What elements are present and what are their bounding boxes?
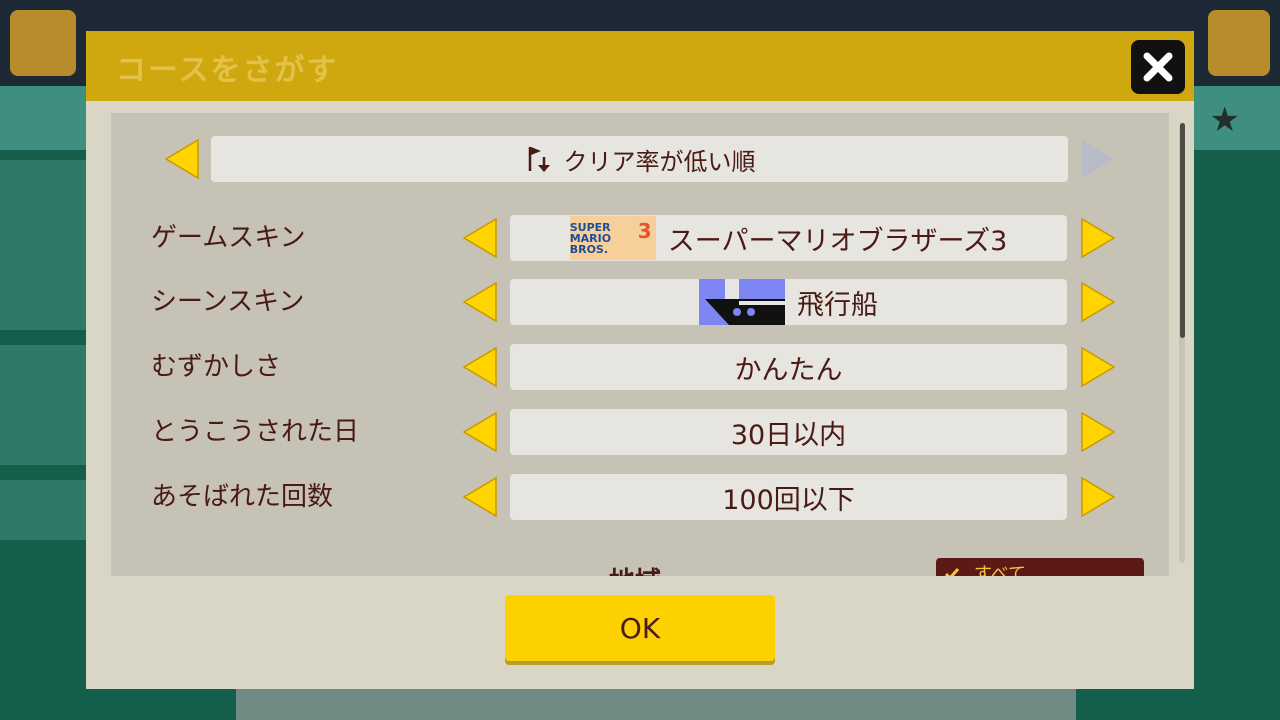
game-skin-selector[interactable]: SUPER MARIO BROS. 3 スーパーマリオブラザーズ3 <box>510 215 1067 261</box>
game-skin-next-button[interactable] <box>1079 215 1117 261</box>
upload-date-next-button[interactable] <box>1079 409 1117 455</box>
play-count-selector[interactable]: 100回以下 <box>510 474 1067 520</box>
scene-skin-selector[interactable]: 飛行船 <box>510 279 1067 325</box>
sort-order-label: クリア率が低い順 <box>563 147 756 176</box>
arrow-left-icon <box>164 138 199 180</box>
arrow-left-icon <box>462 217 497 259</box>
region-all-label: すべて <box>974 564 1027 576</box>
flag-down-icon <box>528 147 550 172</box>
region-all-button[interactable]: すべて <box>936 558 1144 576</box>
arrow-left-icon <box>462 346 497 388</box>
sort-order-selector[interactable]: クリア率が低い順 <box>211 136 1068 182</box>
difficulty-selector[interactable]: かんたん <box>510 344 1067 390</box>
scene-skin-value: 飛行船 <box>797 289 878 321</box>
ok-label: OK <box>619 611 661 645</box>
background-star-icon: ★ <box>1209 100 1240 140</box>
region-label: 地域 <box>609 561 661 576</box>
scene-skin-next-button[interactable] <box>1079 279 1117 325</box>
sort-next-button[interactable] <box>1079 136 1117 182</box>
arrow-left-icon <box>462 411 497 453</box>
arrow-right-icon <box>1081 476 1116 518</box>
airship-icon <box>699 279 785 325</box>
scene-skin-label: シーンスキン <box>151 287 305 317</box>
dialog-header: コースをさがす <box>86 31 1194 101</box>
arrow-right-icon <box>1081 281 1116 323</box>
arrow-left-icon <box>462 476 497 518</box>
arrow-left-icon <box>462 281 497 323</box>
game-skin-prev-button[interactable] <box>461 215 499 261</box>
play-count-label: あそばれた回数 <box>151 482 334 512</box>
play-count-next-button[interactable] <box>1079 474 1117 520</box>
search-filter-dialog: コースをさがす クリア率が低い順 ゲームスキン SUPER MARIO BROS… <box>86 31 1194 689</box>
arrow-right-disabled-icon <box>1082 140 1114 178</box>
upload-date-selector[interactable]: 30日以内 <box>510 409 1067 455</box>
upload-date-prev-button[interactable] <box>461 409 499 455</box>
difficulty-value: かんたん <box>734 354 843 386</box>
arrow-right-icon <box>1081 217 1116 259</box>
filter-panel: クリア率が低い順 ゲームスキン SUPER MARIO BROS. 3 スーパーマリ… <box>111 113 1169 576</box>
background-avatar <box>10 10 76 76</box>
scene-skin-prev-button[interactable] <box>461 279 499 325</box>
check-icon <box>944 568 960 576</box>
close-button[interactable] <box>1131 40 1185 94</box>
scrollbar-thumb[interactable] <box>1180 123 1185 338</box>
play-count-value: 100回以下 <box>722 484 855 516</box>
game-skin-label: ゲームスキン <box>151 223 306 253</box>
sort-prev-button[interactable] <box>163 136 201 182</box>
arrow-right-icon <box>1081 346 1116 388</box>
upload-date-value: 30日以内 <box>730 419 847 451</box>
arrow-right-icon <box>1081 411 1116 453</box>
play-count-prev-button[interactable] <box>461 474 499 520</box>
smb3-logo-icon: SUPER MARIO BROS. 3 <box>569 216 656 260</box>
background-menu-icon <box>1208 10 1270 76</box>
close-icon <box>1143 52 1173 82</box>
upload-date-label: とうこうされた日 <box>151 417 360 447</box>
difficulty-label: むずかしさ <box>151 352 282 382</box>
background-title: コースをさがす <box>116 53 339 88</box>
difficulty-prev-button[interactable] <box>461 344 499 390</box>
ok-button[interactable]: OK <box>505 595 775 661</box>
game-skin-value: スーパーマリオブラザーズ3 <box>667 225 1008 257</box>
difficulty-next-button[interactable] <box>1079 344 1117 390</box>
